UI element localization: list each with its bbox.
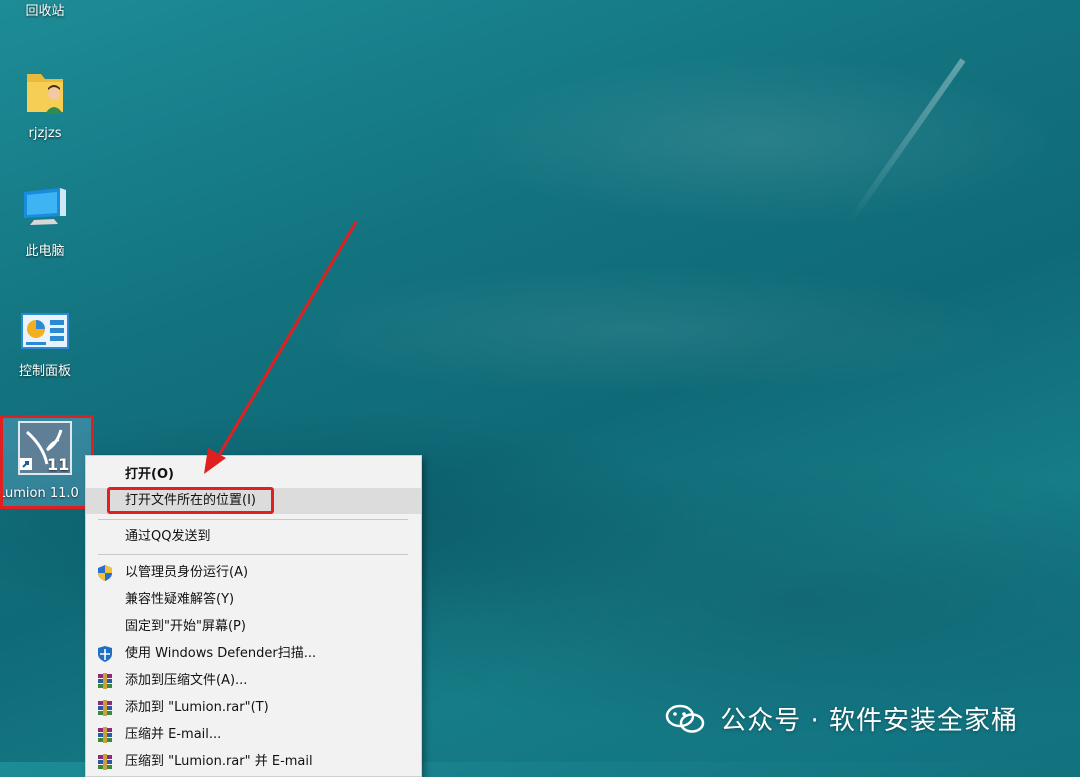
watermark-text: 公众号 · 软件安装全家桶: [720, 706, 1019, 736]
annotation-arrow: [204, 221, 358, 474]
watermark: 公众号 · 软件安装全家桶: [665, 700, 1018, 737]
wechat-icon: [665, 704, 705, 733]
